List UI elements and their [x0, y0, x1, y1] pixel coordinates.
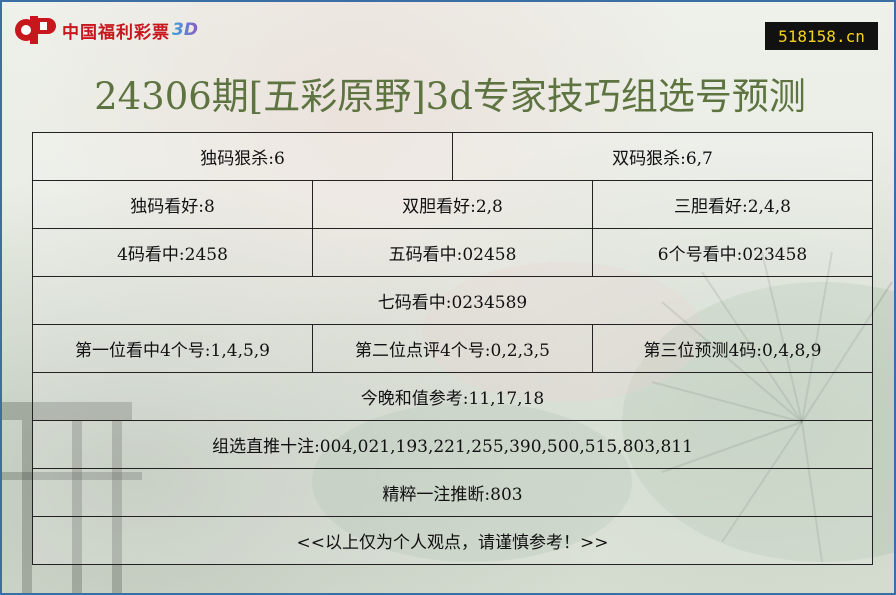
table-row: 独码看好:8 双胆看好:2,8 三胆看好:2,4,8 — [33, 181, 873, 229]
five-code-cell: 五码看中:02458 — [313, 229, 593, 277]
single-kill-cell: 独码狠杀:6 — [33, 133, 453, 181]
third-position-cell: 第三位预测4码:0,4,8,9 — [593, 325, 873, 373]
page-title: 24306期[五彩原野]3d专家技巧组选号预测 — [94, 75, 806, 118]
table-row: <<以上仅为个人观点，请谨慎参考！>> — [33, 517, 873, 565]
site-badge: 518158.cn — [765, 22, 878, 50]
table-row: 今晚和值参考:11,17,18 — [33, 373, 873, 421]
seven-code-cell: 七码看中:0234589 — [33, 277, 873, 325]
table-row: 独码狠杀:6 双码狠杀:6,7 — [33, 133, 873, 181]
triple-pick-cell: 三胆看好:2,4,8 — [593, 181, 873, 229]
double-pick-cell: 双胆看好:2,8 — [313, 181, 593, 229]
prediction-table: 独码狠杀:6 双码狠杀:6,7 独码看好:8 双胆看好:2,8 三胆看好:2,4… — [32, 132, 873, 565]
disclaimer-cell: <<以上仅为个人观点，请谨慎参考！>> — [33, 517, 873, 565]
table-row: 七码看中:0234589 — [33, 277, 873, 325]
best-pick-cell: 精粹一注推断:803 — [33, 469, 873, 517]
table-row: 第一位看中4个号:1,4,5,9 第二位点评4个号:0,2,3,5 第三位预测4… — [33, 325, 873, 373]
logo-text: 中国福利彩票 — [62, 22, 170, 43]
single-pick-cell: 独码看好:8 — [33, 181, 313, 229]
table-row: 精粹一注推断:803 — [33, 469, 873, 517]
double-kill-cell: 双码狠杀:6,7 — [453, 133, 873, 181]
six-code-cell: 6个号看中:023458 — [593, 229, 873, 277]
table-row: 4码看中:2458 五码看中:02458 6个号看中:023458 — [33, 229, 873, 277]
welfare-lottery-logo-icon — [15, 16, 56, 44]
group-ten-picks-cell: 组选直推十注:004,021,193,221,255,390,500,515,8… — [33, 421, 873, 469]
sum-value-cell: 今晚和值参考:11,17,18 — [33, 373, 873, 421]
prediction-card: 中国福利彩票 3D 518158.cn 24306期[五彩原野]3d专家技巧组选… — [0, 0, 896, 595]
logo-3d-suffix: 3D — [172, 20, 198, 40]
second-position-cell: 第二位点评4个号:0,2,3,5 — [313, 325, 593, 373]
lottery-logo: 中国福利彩票 3D — [12, 12, 198, 48]
first-position-cell: 第一位看中4个号:1,4,5,9 — [33, 325, 313, 373]
table-row: 组选直推十注:004,021,193,221,255,390,500,515,8… — [33, 421, 873, 469]
four-code-cell: 4码看中:2458 — [33, 229, 313, 277]
